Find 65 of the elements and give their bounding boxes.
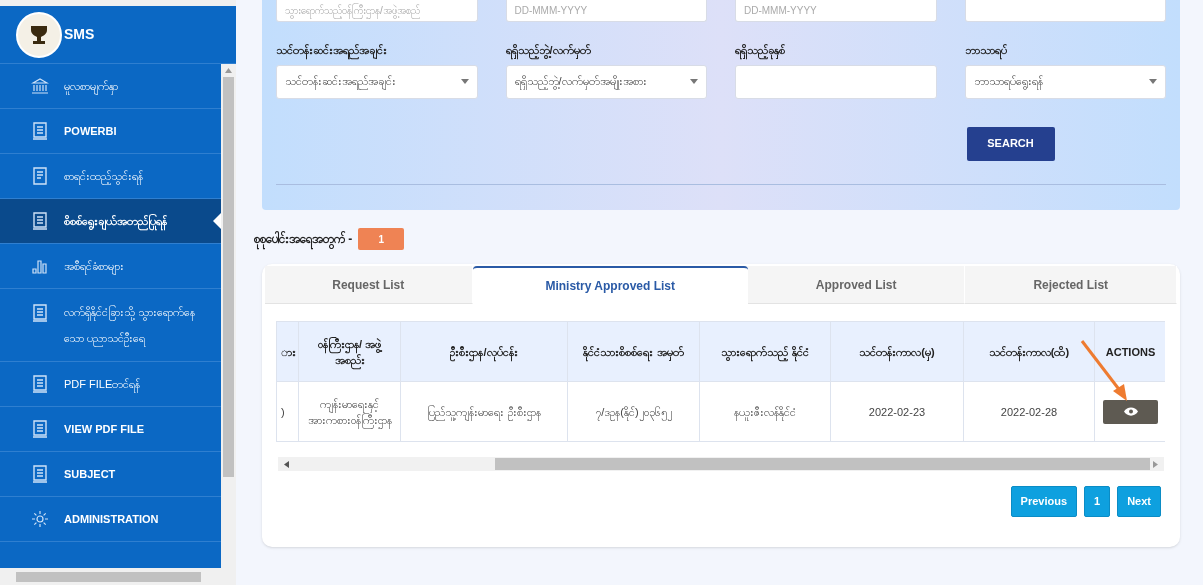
total-count-label: စုစုပေါင်းအရေအတွက် - bbox=[254, 230, 353, 248]
table-cell: ) bbox=[276, 381, 299, 442]
field-label: သင်တန်းဆင်းအရည်အချင်း bbox=[276, 42, 478, 59]
caret-icon bbox=[460, 79, 469, 84]
document-icon bbox=[31, 167, 49, 185]
sidebar-item-label: စိစစ်ရွေးချယ်အတည်ပြုရန် bbox=[64, 212, 167, 230]
column-header: ား bbox=[276, 321, 299, 382]
sidebar-item-label: VIEW PDF FILE bbox=[64, 421, 145, 437]
input-field[interactable] bbox=[964, 0, 1166, 22]
field-label: ရရှိသည့်ဘွဲ့/လက်မှတ် bbox=[505, 42, 707, 59]
sidebar-item-label: PDF FILEတင်ရန် bbox=[64, 375, 141, 393]
page-button[interactable]: 1 bbox=[1084, 486, 1111, 517]
caret-icon bbox=[1149, 79, 1157, 84]
table-cell: 2022-02-23 bbox=[830, 381, 964, 442]
document-icon bbox=[31, 420, 49, 438]
horizontal-scrollbar[interactable] bbox=[278, 457, 1164, 471]
column-header: ဝန်ကြီးဌာန/ အဖွဲ့ အစည်း bbox=[298, 321, 401, 382]
sidebar-item-label: စာရင်းထည့်သွင်းရန် bbox=[64, 167, 143, 185]
tab[interactable]: Ministry Approved List bbox=[472, 266, 748, 304]
tab[interactable]: Approved List bbox=[747, 266, 966, 304]
tab[interactable]: Rejected List bbox=[965, 266, 1177, 304]
dropdown[interactable]: ရရှိသည့်ဘွဲ့/လက်မှတ်အမျိုးအစား bbox=[505, 64, 707, 99]
scroll-right-icon[interactable] bbox=[1153, 460, 1158, 468]
view-button[interactable] bbox=[1103, 399, 1158, 424]
column-header: သင်တန်းကာလ(ထိ) bbox=[963, 321, 1095, 382]
sidebar-item-label: POWERBI bbox=[64, 123, 117, 139]
table-cell: ၇/ဒဥန(နိုင်)၂၀၃၆၅၂ bbox=[567, 381, 700, 442]
sidebar-item-label: SUBJECT bbox=[64, 466, 116, 482]
table-cell: ပြည်သူ့ကျန်းမာရေး ဦးစီးဌာန bbox=[400, 381, 568, 442]
column-header: သွားရောက်သည့် နိုင်ငံ bbox=[699, 321, 831, 382]
document-icon bbox=[31, 212, 49, 230]
document-icon bbox=[31, 375, 49, 393]
search-button[interactable]: SEARCH bbox=[966, 126, 1055, 161]
column-header: နိုင်ငံသားစိစစ်ရေး အမှတ် bbox=[567, 321, 700, 382]
count-badge: 1 bbox=[358, 228, 405, 250]
sidebar-item-label: လက်ရှိနိုင်ငံခြားသို့ သွားရောက်နေသော ပညာသင်ဦးရေ bbox=[64, 299, 211, 351]
logo-icon bbox=[16, 11, 62, 58]
tab[interactable]: Request List bbox=[265, 266, 473, 304]
document-icon bbox=[31, 465, 49, 483]
scroll-up-icon[interactable] bbox=[225, 68, 232, 73]
app-title: SMS bbox=[64, 25, 95, 44]
sidebar-item-label: အစီရင်ခံစာများ bbox=[64, 257, 124, 275]
document-icon bbox=[31, 304, 49, 322]
caret-icon bbox=[690, 79, 698, 84]
field-label: ရရှိသည့်ခုနှစ် bbox=[735, 42, 937, 59]
column-header: သင်တန်းကာလ(မှ) bbox=[830, 321, 964, 382]
eye-icon bbox=[1123, 407, 1138, 416]
table-cell: နယူးဇီးလန်နိုင်ငံ bbox=[699, 381, 831, 442]
table-cell: ကျန်းမာရေးနှင့် အားကစားဝန်ကြီးဌာန bbox=[298, 381, 401, 442]
page-button[interactable]: Previous bbox=[1010, 486, 1078, 517]
bar-chart-icon bbox=[31, 258, 49, 274]
dropdown[interactable]: ဘာသာရပ်ရွေးရန် bbox=[964, 64, 1166, 99]
column-header: ACTIONS bbox=[1094, 321, 1165, 382]
scroll-left-icon[interactable] bbox=[284, 460, 289, 468]
dropdown[interactable]: သင်တန်းဆင်းအရည်အချင်း bbox=[276, 64, 478, 99]
field-label: ဘာသာရပ် bbox=[964, 42, 1166, 59]
sidebar-item-label: မူလစာမျက်နှာ bbox=[64, 77, 118, 95]
input-field[interactable] bbox=[735, 64, 937, 99]
settings-icon bbox=[31, 510, 49, 528]
document-icon bbox=[31, 122, 49, 140]
table-cell: 2022-02-28 bbox=[963, 381, 1095, 442]
bank-icon bbox=[31, 77, 49, 95]
column-header: ဦးစီးဌာန/လုပ်ငန်း bbox=[400, 321, 568, 382]
page-button[interactable]: Next bbox=[1117, 486, 1161, 517]
sidebar-item-label: ADMINISTRATION bbox=[64, 511, 159, 527]
